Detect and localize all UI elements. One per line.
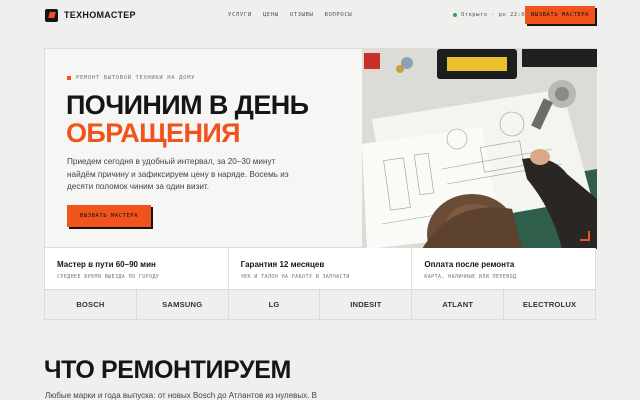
- nav-item-faq[interactable]: Вопросы: [325, 12, 353, 18]
- photo-corner-accent: [580, 231, 590, 241]
- hero-description: Приедем сегодня в удобный интервал, за 2…: [67, 157, 289, 191]
- open-status: Открыто · до 22:00: [453, 12, 529, 18]
- stat-subtitle: Чек и талон на работу и запчасти: [240, 274, 350, 280]
- hero-photo: [362, 49, 597, 249]
- section-title: Что ремонтируем: [44, 356, 291, 384]
- page: ТЕХНОМАСТЕР Услуги Цены Отзывы Вопросы О…: [0, 0, 640, 400]
- stat-item-warranty: Гарантия 12 месяцев Чек и талон на работ…: [229, 248, 413, 289]
- logo-icon[interactable]: [45, 9, 58, 22]
- section-description: Любые марки и года выпуска: от новых Bos…: [45, 391, 317, 400]
- stat-subtitle: Карта, наличные или перевод: [424, 274, 517, 280]
- hero-call-master-button[interactable]: Вызвать мастера: [67, 205, 151, 227]
- hero-eyebrow: Ремонт бытовой техники на дому: [67, 75, 195, 81]
- brand-electrolux: ELECTROLUX: [522, 300, 577, 309]
- hero-photo-illustration: [362, 49, 597, 249]
- stat-subtitle: Среднее время выезда по городу: [57, 274, 160, 280]
- hero-title: Починим в день обращения: [66, 90, 309, 148]
- eyebrow-square-icon: [67, 76, 71, 80]
- hero-title-line1: Починим в день: [66, 90, 309, 120]
- brand-indesit: INDESIT: [320, 290, 413, 319]
- header-call-master-button[interactable]: Вызвать мастера: [525, 6, 595, 24]
- brand-strip: BOSCH SAMSUNG LG INDESIT ATLANT ELECTROL…: [44, 290, 596, 320]
- nav-item-prices[interactable]: Цены: [263, 12, 279, 18]
- stats-bar: Мастер в пути 60–90 мин Среднее время вы…: [44, 248, 596, 290]
- main-nav: Услуги Цены Отзывы Вопросы: [228, 12, 352, 18]
- stat-title: Гарантия 12 месяцев: [240, 260, 325, 269]
- logo-text[interactable]: ТЕХНОМАСТЕР: [64, 10, 136, 20]
- stat-item-arrival: Мастер в пути 60–90 мин Среднее время вы…: [45, 248, 229, 289]
- site-header: ТЕХНОМАСТЕР Услуги Цены Отзывы Вопросы О…: [0, 0, 640, 31]
- stat-item-payment: Оплата после ремонта Карта, наличные или…: [412, 248, 595, 289]
- brand-samsung: SAMSUNG: [137, 290, 229, 319]
- brand-atlant: ATLANT: [412, 290, 505, 319]
- brand-bosch: BOSCH: [45, 290, 137, 319]
- stat-title: Мастер в пути 60–90 мин: [57, 260, 156, 269]
- hero: Ремонт бытовой техники на дому Починим в…: [44, 48, 597, 249]
- hero-eyebrow-text: Ремонт бытовой техники на дому: [76, 75, 196, 81]
- nav-item-services[interactable]: Услуги: [228, 12, 252, 18]
- nav-item-reviews[interactable]: Отзывы: [290, 12, 314, 18]
- stat-title: Оплата после ремонта: [424, 260, 515, 269]
- hero-title-line2: обращения: [66, 118, 241, 148]
- status-text: Открыто · до 22:00: [461, 12, 529, 18]
- status-dot-icon: [453, 13, 457, 17]
- brand-lg: LG: [229, 290, 321, 319]
